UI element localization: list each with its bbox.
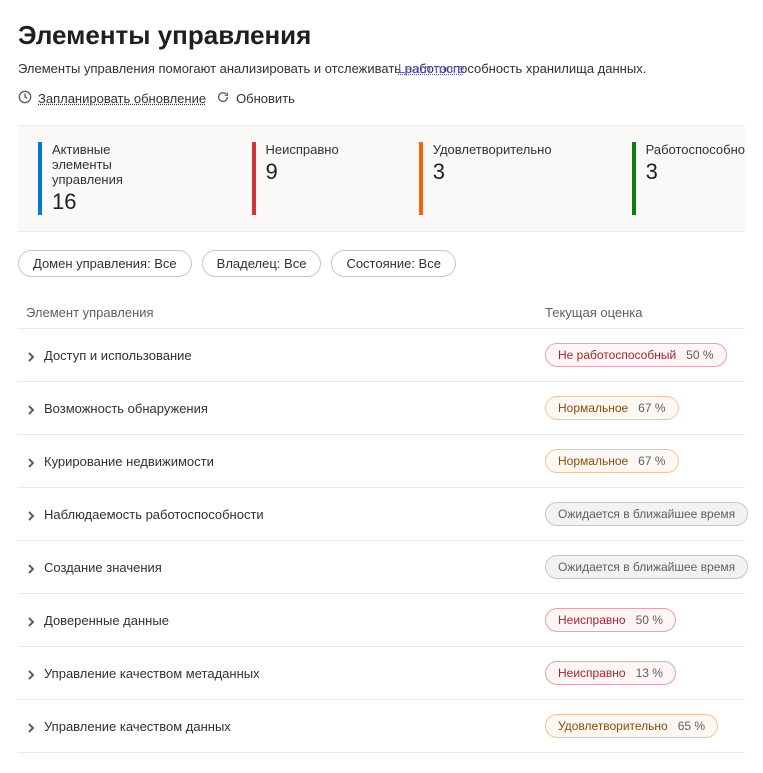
status-percent: 67 % [638, 454, 665, 468]
clock-icon [18, 90, 32, 107]
page-subtitle-row: Элементы управления помогают анализирова… [18, 61, 745, 76]
status-text: Ожидается в ближайшее время [558, 560, 735, 574]
chevron-right-icon [26, 721, 36, 731]
status-text: Нормальное [558, 454, 628, 468]
row-name: Доступ и использование [44, 348, 192, 363]
row-left: Управление качеством данных [18, 719, 545, 734]
row-name: Управление качеством метаданных [44, 666, 260, 681]
row-right: Неисправно 13 % [545, 661, 745, 685]
filter-owner[interactable]: Владелец: Все [202, 250, 322, 277]
status-percent: 65 % [678, 719, 705, 733]
learn-more-link[interactable]: Learn more [398, 61, 464, 76]
table-row[interactable]: Управление качеством данных Удовлетворите… [18, 700, 745, 753]
table-body: Доступ и использование Не работоспособный… [18, 329, 745, 753]
row-name: Наблюдаемость работоспособности [44, 507, 264, 522]
refresh-label: Обновить [236, 91, 295, 106]
row-right: Удовлетворительно 65 % [545, 714, 745, 738]
toolbar: Запланировать обновление Обновить [18, 90, 745, 107]
status-percent: 50 % [636, 613, 663, 627]
status-text: Нормальное [558, 401, 628, 415]
chevron-right-icon [26, 509, 36, 519]
filter-status[interactable]: Состояние: Все [331, 250, 456, 277]
row-left: Доступ и использование [18, 348, 545, 363]
status-badge: Нормальное 67 % [545, 396, 679, 420]
row-left: Создание значения [18, 560, 545, 575]
status-percent: 13 % [636, 666, 663, 680]
table-row[interactable]: Возможность обнаружения Нормальное 67 % [18, 382, 745, 435]
stat-unhealthy-label: Неисправно [266, 142, 339, 157]
stat-unhealthy: Неисправно 9 [252, 142, 339, 215]
status-percent: 67 % [638, 401, 665, 415]
filters: Домен управления: Все Владелец: Все Сост… [18, 250, 745, 277]
row-left: Наблюдаемость работоспособности [18, 507, 545, 522]
schedule-refresh-label: Запланировать обновление [38, 91, 206, 106]
row-name: Управление качеством данных [44, 719, 231, 734]
row-right: Ожидается в ближайшее время [545, 555, 745, 579]
row-name: Доверенные данные [44, 613, 169, 628]
page-title: Элементы управления [18, 20, 745, 51]
stat-fair-label: Удовлетворительно [433, 142, 552, 157]
filter-domain[interactable]: Домен управления: Все [18, 250, 192, 277]
status-text: Неисправно [558, 666, 626, 680]
row-name: Курирование недвижимости [44, 454, 214, 469]
table-row[interactable]: Управление качеством метаданных Неисправн… [18, 647, 745, 700]
status-badge: Неисправно 50 % [545, 608, 676, 632]
stat-healthy-label: Работоспособно [646, 142, 745, 157]
stat-healthy-value: 3 [646, 159, 745, 185]
chevron-right-icon [26, 615, 36, 625]
status-badge: Ожидается в ближайшее время [545, 555, 748, 579]
header-score: Текущая оценка [545, 305, 745, 320]
status-badge: Нормальное 67 % [545, 449, 679, 473]
row-right: Неисправно 50 % [545, 608, 745, 632]
table-header: Элемент управления Текущая оценка [18, 297, 745, 329]
row-left: Управление качеством метаданных [18, 666, 545, 681]
row-left: Курирование недвижимости [18, 454, 545, 469]
row-right: Ожидается в ближайшее время [545, 502, 745, 526]
stat-active: Активные элементы управления 16 [38, 142, 172, 215]
stats-bar: Активные элементы управления 16 Неисправ… [18, 125, 745, 232]
status-text: Неисправно [558, 613, 626, 627]
stat-active-label: Активные элементы управления [52, 142, 172, 187]
status-badge: Не работоспособный 50 % [545, 343, 727, 367]
refresh-button[interactable]: Обновить [216, 90, 295, 107]
status-text: Ожидается в ближайшее время [558, 507, 735, 521]
status-percent: 50 % [686, 348, 713, 362]
chevron-right-icon [26, 562, 36, 572]
table-row[interactable]: Создание значения Ожидается в ближайшее в… [18, 541, 745, 594]
row-right: Нормальное 67 % [545, 449, 745, 473]
schedule-refresh-button[interactable]: Запланировать обновление [18, 90, 206, 107]
status-badge: Неисправно 13 % [545, 661, 676, 685]
row-right: Не работоспособный 50 % [545, 343, 745, 367]
table-row[interactable]: Доступ и использование Не работоспособный… [18, 329, 745, 382]
table-row[interactable]: Доверенные данные Неисправно 50 % [18, 594, 745, 647]
stat-active-value: 16 [52, 189, 172, 215]
status-text: Не работоспособный [558, 348, 676, 362]
stat-fair-value: 3 [433, 159, 552, 185]
row-right: Нормальное 67 % [545, 396, 745, 420]
row-name: Создание значения [44, 560, 162, 575]
row-name: Возможность обнаружения [44, 401, 208, 416]
header-control: Элемент управления [18, 305, 545, 320]
chevron-right-icon [26, 668, 36, 678]
stat-fair: Удовлетворительно 3 [419, 142, 552, 215]
table-row[interactable]: Курирование недвижимости Нормальное 67 % [18, 435, 745, 488]
status-badge: Ожидается в ближайшее время [545, 502, 748, 526]
row-left: Доверенные данные [18, 613, 545, 628]
chevron-right-icon [26, 456, 36, 466]
stat-healthy: Работоспособно 3 [632, 142, 745, 215]
row-left: Возможность обнаружения [18, 401, 545, 416]
table-row[interactable]: Наблюдаемость работоспособности Ожидается… [18, 488, 745, 541]
status-badge: Удовлетворительно 65 % [545, 714, 718, 738]
chevron-right-icon [26, 403, 36, 413]
page-subtitle: Элементы управления помогают анализирова… [18, 61, 646, 76]
stat-unhealthy-value: 9 [266, 159, 339, 185]
status-text: Удовлетворительно [558, 719, 668, 733]
refresh-icon [216, 90, 230, 107]
chevron-right-icon [26, 350, 36, 360]
